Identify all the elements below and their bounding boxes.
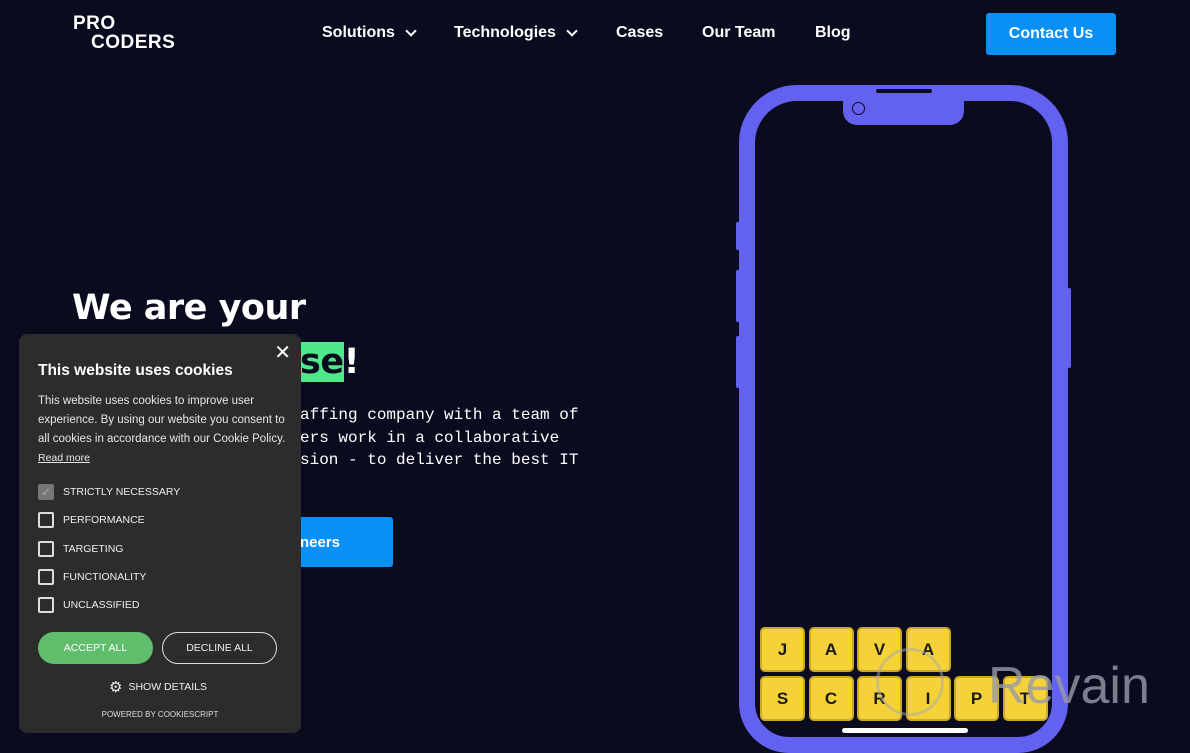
hire-engineers-button[interactable]: neers: [290, 517, 393, 567]
key-tile: C: [808, 676, 854, 721]
decline-all-button[interactable]: DECLINE ALL: [162, 632, 277, 664]
hero-title-line2: se!: [300, 336, 360, 388]
cookie-option-strictly-necessary[interactable]: ✓ STRICTLY NECESSARY: [38, 484, 180, 500]
phone-side-button: [1066, 288, 1071, 368]
checkbox[interactable]: ✓: [38, 484, 54, 500]
nav-blog[interactable]: Blog: [815, 24, 851, 42]
home-indicator: [842, 728, 968, 733]
nav-label: Blog: [815, 24, 851, 41]
option-label: PERFORMANCE: [63, 514, 145, 527]
option-label: UNCLASSIFIED: [63, 599, 140, 612]
hero-title-end: !: [343, 342, 360, 382]
logo-line2: CODERS: [91, 32, 176, 53]
checkbox[interactable]: [38, 568, 54, 585]
powered-by: POWERED BY COOKIESCRIPT: [101, 710, 219, 719]
watermark: Revain: [988, 657, 1150, 715]
option-label: FUNCTIONALITY: [63, 570, 147, 583]
nav-label: Cases: [616, 24, 664, 41]
logo[interactable]: PRO CODERS: [73, 14, 175, 52]
chevron-down-icon: [405, 25, 417, 37]
cookie-text-body: This website uses cookies to improve use…: [38, 395, 286, 445]
accept-all-button[interactable]: ACCEPT ALL: [38, 632, 153, 664]
logo-line1: PRO: [73, 13, 116, 34]
cookie-banner: ✕ This website uses cookies This website…: [19, 334, 301, 733]
cookie-option-unclassified[interactable]: UNCLASSIFIED: [38, 597, 140, 614]
nav-label: Our Team: [702, 24, 776, 41]
show-details-label: SHOW DETAILS: [128, 681, 208, 693]
checkbox[interactable]: [38, 597, 54, 614]
checkbox[interactable]: [38, 540, 54, 557]
key-tile: S: [760, 676, 805, 721]
option-label: TARGETING: [63, 542, 124, 555]
key-tile: A: [808, 627, 854, 672]
hero-highlight: se: [300, 342, 344, 382]
read-more-link[interactable]: Read more: [38, 452, 90, 464]
gear-icon: ⚙: [109, 679, 123, 696]
nav-label: Solutions: [322, 24, 395, 41]
cookie-title: This website uses cookies: [38, 362, 233, 379]
cookie-option-functionality[interactable]: FUNCTIONALITY: [38, 568, 147, 585]
cookie-text: This website uses cookies to improve use…: [38, 392, 288, 468]
phone-side-button: [736, 270, 741, 322]
nav-label: Technologies: [454, 24, 556, 41]
nav-cases[interactable]: Cases: [616, 24, 663, 42]
close-icon[interactable]: ✕: [274, 340, 291, 365]
phone-side-button: [736, 336, 741, 388]
hero-paragraph: affing company with a team of ers work in…: [300, 404, 578, 472]
nav-technologies[interactable]: Technologies: [454, 24, 578, 42]
phone-side-button: [736, 222, 741, 250]
camera-icon: [852, 102, 865, 115]
key-tile: J: [760, 627, 805, 672]
paragraph-line: sion - to deliver the best IT: [300, 451, 579, 469]
cookie-option-performance[interactable]: PERFORMANCE: [38, 512, 145, 529]
chevron-down-icon: [566, 25, 578, 37]
speaker-icon: [876, 89, 932, 93]
checkbox[interactable]: [38, 512, 54, 529]
contact-us-button[interactable]: Contact Us: [986, 13, 1116, 55]
cookie-option-targeting[interactable]: TARGETING: [38, 540, 124, 557]
nav-our-team[interactable]: Our Team: [702, 24, 776, 42]
revain-logo-icon: [876, 648, 944, 716]
nav-solutions[interactable]: Solutions: [322, 24, 417, 42]
show-details-button[interactable]: ⚙ SHOW DETAILS: [109, 678, 207, 696]
option-label: STRICTLY NECESSARY: [63, 486, 181, 498]
paragraph-line: ers work in a collaborative: [300, 428, 560, 447]
paragraph-line: affing company with a team of: [300, 406, 579, 424]
hero-title: We are your: [72, 288, 306, 328]
